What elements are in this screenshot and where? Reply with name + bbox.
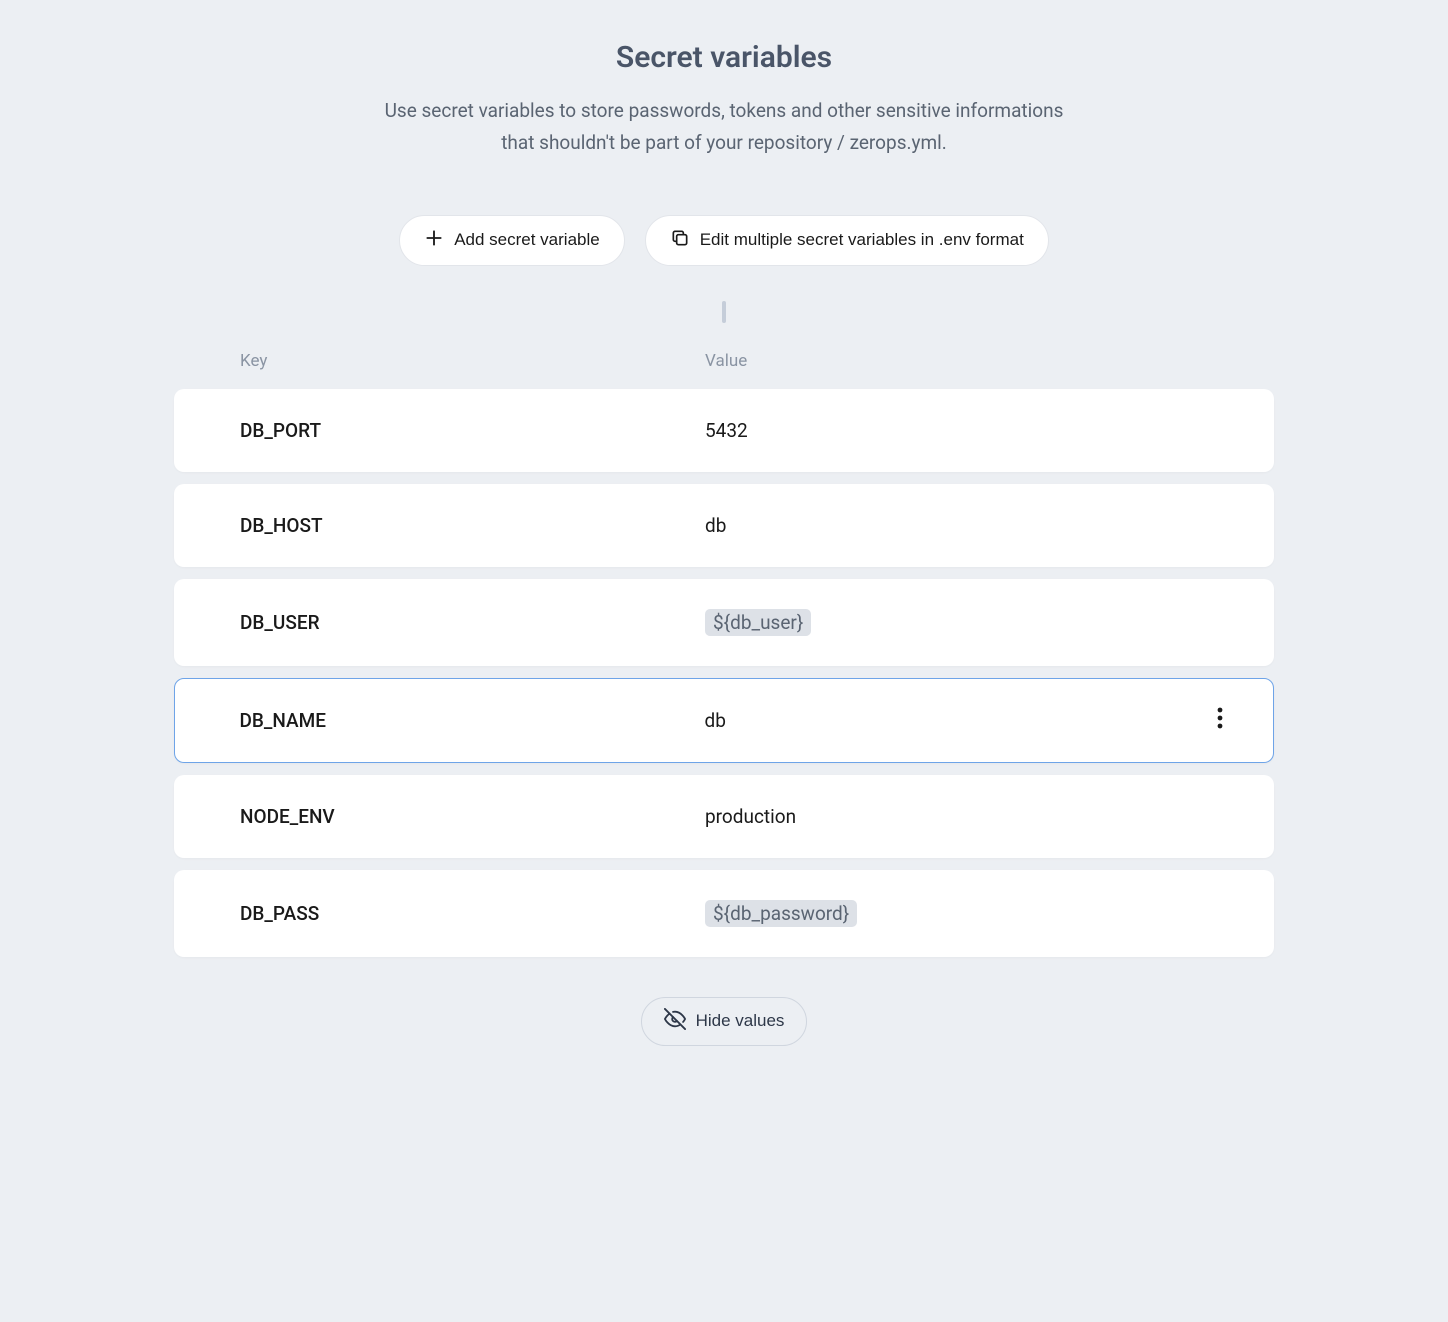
row-key: DB_HOST (240, 514, 705, 537)
row-value: db (705, 514, 1234, 537)
value-chip: ${db_password} (705, 900, 857, 927)
row-key: DB_USER (240, 611, 705, 634)
edit-button-label: Edit multiple secret variables in .env f… (700, 230, 1024, 250)
row-value: ${db_password} (705, 900, 1234, 927)
plus-icon (424, 228, 444, 253)
page-title: Secret variables (174, 40, 1274, 75)
table-row[interactable]: DB_USER${db_user} (174, 579, 1274, 666)
table-row[interactable]: NODE_ENVproduction (174, 775, 1274, 858)
row-value: production (705, 805, 1234, 828)
row-key: DB_NAME (240, 709, 705, 732)
column-header-value: Value (705, 351, 747, 371)
row-value: db (705, 709, 1205, 732)
row-key: NODE_ENV (240, 805, 705, 828)
edit-env-button[interactable]: Edit multiple secret variables in .env f… (645, 215, 1049, 266)
add-secret-variable-button[interactable]: Add secret variable (399, 215, 625, 266)
table-body: DB_PORT5432DB_HOSTdbDB_USER${db_user}DB_… (174, 389, 1274, 957)
value-chip: ${db_user} (705, 609, 811, 636)
more-vertical-icon (1217, 707, 1223, 733)
table-row[interactable]: DB_PASS${db_password} (174, 870, 1274, 957)
add-button-label: Add secret variable (454, 230, 600, 250)
hide-values-button[interactable]: Hide values (641, 997, 808, 1046)
eye-off-icon (664, 1008, 686, 1035)
column-header-key: Key (240, 351, 705, 371)
copy-icon (670, 228, 690, 253)
row-key: DB_PASS (240, 902, 705, 925)
table-row[interactable]: DB_NAMEdb (174, 678, 1274, 763)
table-row[interactable]: DB_PORT5432 (174, 389, 1274, 472)
actions-bar: Add secret variable Edit multiple secret… (174, 215, 1274, 266)
table-header: Key Value (174, 351, 1274, 389)
row-key: DB_PORT (240, 419, 705, 442)
row-value: 5432 (705, 419, 1234, 442)
hide-button-label: Hide values (696, 1011, 785, 1031)
column-resize-handle[interactable] (722, 301, 726, 323)
row-value: ${db_user} (705, 609, 1234, 636)
table-row[interactable]: DB_HOSTdb (174, 484, 1274, 567)
row-menu-button[interactable] (1205, 707, 1235, 733)
page-description: Use secret variables to store passwords,… (374, 95, 1074, 160)
